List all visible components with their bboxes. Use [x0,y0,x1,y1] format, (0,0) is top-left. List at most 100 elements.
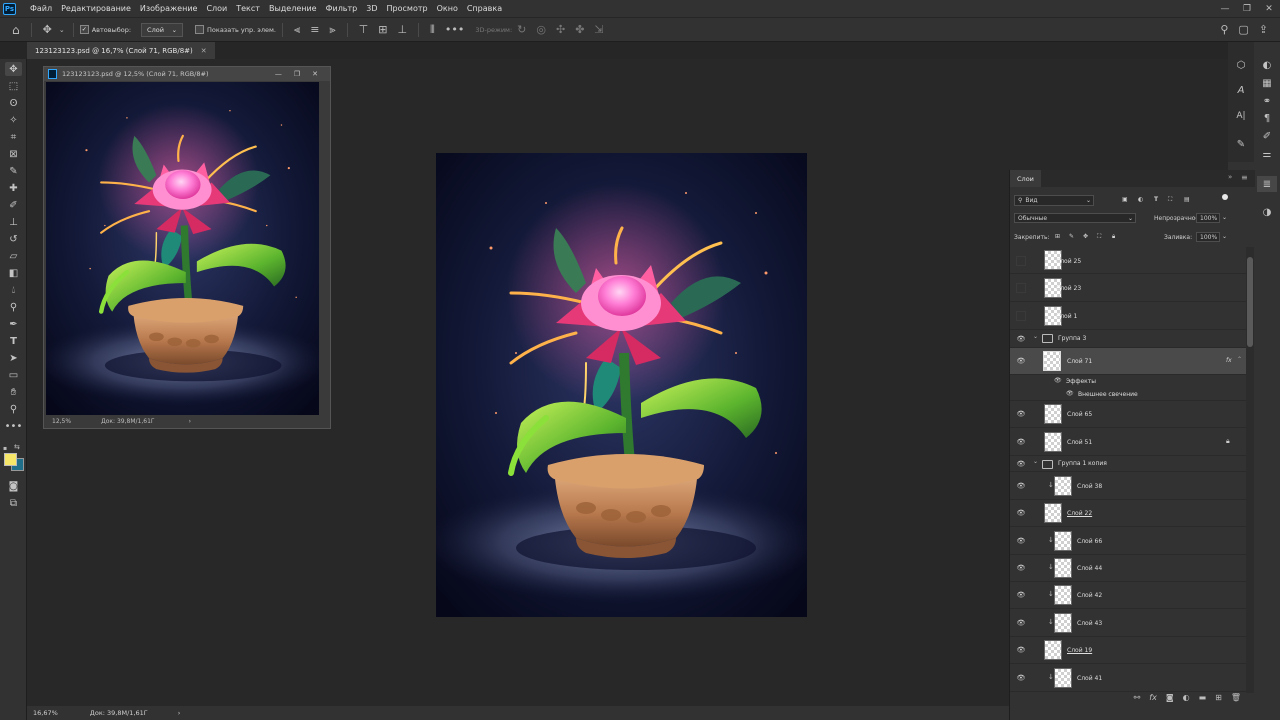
healing-brush-tool-icon[interactable]: ✚ [5,181,22,195]
minimize-icon[interactable]: — [275,70,282,78]
window-minimize-button[interactable]: — [1214,4,1236,14]
add-style-icon[interactable]: fx [1149,693,1157,702]
visibility-toggle[interactable] [1016,256,1026,266]
layer-row[interactable]: 👁︎ Слой 19 [1010,637,1246,664]
layer-row[interactable]: 👁︎ ↓ Слой 43 [1010,609,1246,637]
fill-input[interactable]: 100% [1196,232,1220,242]
filter-toggle-icon[interactable] [1222,194,1228,200]
screen-mode-icon[interactable]: ⧉ [5,496,22,510]
close-icon[interactable]: ✕ [312,70,318,78]
layer-row[interactable]: 👁︎ ↓ Слой 42 [1010,582,1246,609]
menu-layers[interactable]: Слои [206,4,227,13]
eye-icon[interactable]: 👁︎ [1016,508,1026,518]
default-colors-icon[interactable]: ▪ [3,445,9,452]
floating-canvas-artwork[interactable] [46,82,319,415]
layer-row[interactable]: 👁︎ Слой 22 [1010,500,1246,527]
panel-menu-icon[interactable]: ≡ [1241,173,1248,182]
type-tool-icon[interactable]: T [5,334,22,348]
eye-icon[interactable]: 👁︎ [1016,536,1026,546]
menu-edit[interactable]: Редактирование [61,4,131,13]
visibility-toggle[interactable] [1016,283,1026,293]
marquee-tool-icon[interactable]: ⬚ [5,79,22,93]
eye-icon[interactable]: 👁︎ [1016,409,1026,419]
brush-settings-icon[interactable]: ✎ [1231,136,1251,152]
pen-tool-icon[interactable]: ✒ [5,317,22,331]
new-layer-icon[interactable]: ⊞ [1215,693,1222,702]
layer-row[interactable]: Слой 1 [1010,302,1246,330]
layers-icon[interactable]: ≣ [1257,176,1277,192]
brush-tool-icon[interactable]: ✐ [5,198,22,212]
main-canvas-artwork[interactable] [436,153,807,617]
path-selection-tool-icon[interactable]: ➤ [5,351,22,365]
status-arrow-icon[interactable]: › [189,418,191,425]
opacity-input[interactable]: 100% [1196,213,1220,223]
lock-transparent-icon[interactable]: ⊞ [1055,233,1060,240]
lock-all-icon[interactable]: 🔒︎ [1112,233,1115,241]
menu-filter[interactable]: Фильтр [326,4,358,13]
history-brush-tool-icon[interactable]: ↺ [5,232,22,246]
lock-image-icon[interactable]: ✎ [1069,233,1074,240]
eye-icon[interactable]: 👁︎ [1016,590,1026,600]
eye-icon[interactable]: 👁︎ [1066,390,1074,397]
menu-3d[interactable]: 3D [366,4,377,13]
channels-icon[interactable]: ◑ [1257,204,1277,220]
chevron-down-icon[interactable]: ⌄ [1033,333,1038,340]
menu-window[interactable]: Окно [437,4,458,13]
crop-tool-icon[interactable]: ⌗ [5,130,22,144]
eyedropper-tool-icon[interactable]: ✎ [5,164,22,178]
visibility-toggle[interactable] [1016,311,1026,321]
eye-icon[interactable]: 👁︎ [1016,563,1026,573]
autoselect-dropdown[interactable]: Слой ⌄ [141,22,184,37]
menu-file[interactable]: Файл [30,4,52,13]
share-icon[interactable]: ⇪ [1259,23,1268,36]
eye-icon[interactable]: 👁︎ [1016,645,1026,655]
eraser-tool-icon[interactable]: ▱ [5,249,22,263]
layer-row[interactable]: Слой 25 [1010,247,1246,274]
chevron-down-icon[interactable]: ⌄ [1222,233,1227,240]
floating-document-window[interactable]: 123123123.psd @ 12,5% (Слой 71, RGB/8#) … [43,66,331,429]
chevron-down-icon[interactable]: ⌄ [1222,214,1227,221]
filter-type-icon[interactable]: T [1154,196,1158,203]
layer-row-selected[interactable]: 👁︎ Слой 71 fx ⌃ [1010,348,1246,375]
eye-icon[interactable]: 👁︎ [1016,618,1026,628]
close-icon[interactable]: ✕ [201,47,207,55]
eye-icon[interactable]: 👁︎ [1016,356,1026,366]
hand-tool-icon[interactable]: ✋︎ [5,385,22,399]
lock-position-icon[interactable]: ✥ [1083,233,1088,240]
layers-tab[interactable]: Слои [1010,170,1041,187]
layers-scrollbar[interactable] [1246,247,1254,693]
blur-tool-icon[interactable]: 💧︎ [5,283,22,297]
more-tools-icon[interactable]: ••• [5,419,23,433]
filter-shape-icon[interactable]: ⛶ [1168,196,1172,204]
foreground-color-swatch[interactable] [4,453,17,466]
group-row[interactable]: 👁︎ ⌄ Группа 1 копия [1010,456,1246,472]
layer-row[interactable]: 👁︎ ↓ Слой 44 [1010,555,1246,582]
floating-window-titlebar[interactable]: 123123123.psd @ 12,5% (Слой 71, RGB/8#) … [44,67,330,81]
delete-layer-icon[interactable]: 🗑︎ [1231,693,1241,702]
color-icon[interactable]: ◐ [1257,57,1277,73]
slide-3d-icon[interactable]: ✤ [575,23,584,36]
menu-image[interactable]: Изображение [140,4,198,13]
align-bottom-icon[interactable]: ⊥ [397,23,407,36]
paragraph-icon[interactable]: ¶ [1257,110,1277,126]
new-group-icon[interactable]: ▬ [1199,693,1207,702]
status-arrow-icon[interactable]: › [178,709,181,717]
eye-icon[interactable]: 👁︎ [1016,437,1026,447]
link-layers-icon[interactable]: ⚯ [1134,693,1141,702]
effect-row[interactable]: 👁︎ Внешнее свечение [1010,387,1246,401]
menu-view[interactable]: Просмотр [387,4,428,13]
layer-filter-dropdown[interactable]: ⚲ Вид ⌄ [1014,195,1094,206]
rectangle-tool-icon[interactable]: ▭ [5,368,22,382]
swap-colors-icon[interactable]: ⇆ [14,443,20,451]
align-center-icon[interactable]: ≡ [310,23,319,36]
layer-row[interactable]: 👁︎ Слой 65 [1010,401,1246,428]
filter-smart-object-icon[interactable]: ▤ [1184,196,1190,203]
home-icon[interactable]: ⌂ [12,23,20,37]
chevron-down-icon[interactable]: ⌄ [1033,458,1038,465]
blend-mode-dropdown[interactable]: Обычные ⌄ [1014,213,1136,223]
magic-wand-tool-icon[interactable]: ✧ [5,113,22,127]
align-right-icon[interactable]: ⫸ [329,23,335,37]
zoom-tool-icon[interactable]: ⚲ [5,402,22,416]
eye-icon[interactable]: 👁︎ [1016,459,1026,469]
collapse-panel-icon[interactable]: » [1228,173,1232,181]
